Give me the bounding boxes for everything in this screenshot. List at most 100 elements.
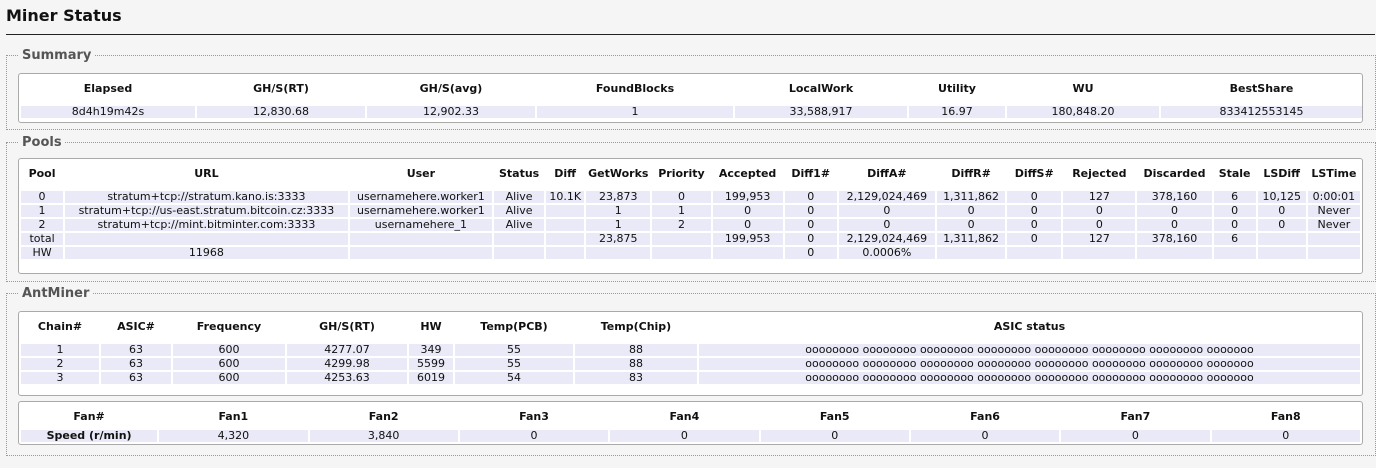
- fan-speed-row: Speed (r/min) 4,320 3,840 0 0 0 0 0 0: [21, 430, 1360, 442]
- chains-table: Chain# ASIC# Frequency GH/S(RT) HW Temp(PCB) T…: [19, 312, 1362, 386]
- chain-header: ASIC status: [993, 319, 1066, 333]
- pools-legend: Pools: [22, 135, 62, 150]
- pools-header: Accepted: [718, 166, 777, 180]
- fans-table: Fan# Fan1 Fan2 Fan3 Fan4 Fan5 Fan6 Fan7 Fan8 Spe…: [19, 402, 1362, 444]
- fans-table-box: Fan# Fan1 Fan2 Fan3 Fan4 Fan5 Fan6 Fan7 Fan8 Spe…: [18, 401, 1363, 445]
- pool-total-cell: [1307, 233, 1360, 245]
- pool-total-cell: [1257, 233, 1306, 245]
- chain-header: Temp(Chip): [600, 319, 672, 333]
- pool-cell: usernamehere.worker1: [349, 205, 493, 217]
- pools-header: GetWorks: [588, 166, 649, 180]
- hw-blank-cell: [586, 247, 651, 259]
- fan-speed-cell: 0: [459, 430, 609, 442]
- summary-cell: 180,848.20: [1007, 106, 1159, 118]
- pool-total-cell: 6: [1213, 233, 1256, 245]
- hw-blank-cell: [1007, 247, 1062, 259]
- antminer-legend: AntMiner: [22, 286, 90, 301]
- hw-diffa: 0.0006%: [838, 247, 935, 259]
- fan-speed-cell: 0: [1211, 430, 1360, 442]
- pool-cell: 0: [652, 191, 711, 203]
- fan-header: Fan5: [819, 409, 850, 423]
- chain-header: Frequency: [196, 319, 262, 333]
- hw-blank-cell: [1257, 247, 1306, 259]
- pool-cell: 2,129,024,469: [838, 191, 935, 203]
- pool-cell: 378,160: [1137, 191, 1212, 203]
- pool-cell: 1,311,862: [936, 191, 1006, 203]
- chain-header: Temp(PCB): [480, 319, 548, 333]
- pools-table-box: Pool URL User Status Diff GetWorks Priority Acc…: [18, 158, 1363, 274]
- pool-cell: 1: [21, 205, 64, 217]
- pool-cell: stratum+tcp://mint.bitminter.com:3333: [65, 219, 348, 231]
- chain-cell: 2: [21, 358, 99, 370]
- pool-total-cell: 2,129,024,469: [838, 233, 935, 245]
- pool-total-cell: [494, 233, 545, 245]
- summary-cell: 16.97: [909, 106, 1005, 118]
- fan-speed-cell: 4,320: [159, 430, 308, 442]
- pools-hw-row: HW 11968 0 0.0006%: [21, 247, 1360, 259]
- chain-cell: 600: [173, 358, 285, 370]
- fan-speed-cell: 0: [760, 430, 909, 442]
- pool-cell: 0: [838, 219, 935, 231]
- pool-cell: 199,953: [712, 191, 783, 203]
- chain-row: 3 63 600 4253.63 6019 54 83 oooooooo oooooooo o…: [21, 372, 1360, 384]
- pool-cell: Never: [1307, 219, 1360, 231]
- page-title: Miner Status: [6, 6, 122, 25]
- pool-cell: Alive: [494, 205, 545, 217]
- pool-cell: 0: [1257, 219, 1306, 231]
- chains-table-box: Chain# ASIC# Frequency GH/S(RT) HW Temp(PCB) T…: [18, 311, 1363, 396]
- pools-header: Rejected: [1072, 166, 1127, 180]
- chain-cell: 349: [409, 344, 453, 356]
- summary-cell: 1: [537, 106, 733, 118]
- hw-blank-cell: [936, 247, 1006, 259]
- chain-cell: 4253.63: [287, 372, 407, 384]
- pool-cell: 10.1K: [546, 191, 585, 203]
- pool-cell: 0: [838, 205, 935, 217]
- pool-cell: 0: [712, 219, 783, 231]
- summary-header: GH/S(avg): [419, 81, 483, 95]
- pool-cell: 2: [21, 219, 64, 231]
- summary-header: GH/S(RT): [253, 81, 309, 95]
- summary-cell: 8d4h19m42s: [21, 106, 195, 118]
- hw-value: 11968: [65, 247, 348, 259]
- pool-total-cell: 199,953: [712, 233, 783, 245]
- summary-header: FoundBlocks: [595, 81, 675, 95]
- hw-label: HW: [21, 247, 64, 259]
- chain-header: HW: [420, 319, 442, 333]
- pool-cell: 0: [1137, 205, 1212, 217]
- pool-cell: 0: [1063, 205, 1136, 217]
- pool-total-cell: 0: [1007, 233, 1062, 245]
- pool-cell: 0: [1007, 205, 1062, 217]
- summary-row: 8d4h19m42s 12,830.68 12,902.33 1 33,588,…: [21, 106, 1362, 118]
- pool-cell: usernamehere.worker1: [349, 191, 493, 203]
- pool-total-cell: [65, 233, 348, 245]
- pools-header: Discarded: [1143, 166, 1206, 180]
- pool-cell: 10,125: [1257, 191, 1306, 203]
- pools-header: Status: [498, 166, 540, 180]
- pool-cell: 0: [1007, 191, 1062, 203]
- pools-header: Diff: [554, 166, 577, 180]
- pool-total-cell: 378,160: [1137, 233, 1212, 245]
- pool-cell: 0: [1213, 205, 1256, 217]
- summary-header: Elapsed: [83, 81, 133, 95]
- pool-cell: 0: [21, 191, 64, 203]
- hw-diff1: 0: [784, 247, 837, 259]
- pool-row: 1 stratum+tcp://us-east.stratum.bitcoin.c…: [21, 205, 1360, 217]
- pool-cell: 1: [586, 205, 651, 217]
- pool-cell: 2: [652, 219, 711, 231]
- pool-total-cell: 127: [1063, 233, 1136, 245]
- hw-blank-cell: [712, 247, 783, 259]
- pool-cell: 23,873: [586, 191, 651, 203]
- fan-header: Fan1: [218, 409, 249, 423]
- pool-total-cell: [349, 233, 493, 245]
- summary-cell: 833412553145: [1161, 106, 1362, 118]
- pool-cell: 0: [1063, 219, 1136, 231]
- pools-total-row: total 23,875 199,953 0 2,129,024,469 1,311,86…: [21, 233, 1360, 245]
- fan-header: Fan6: [970, 409, 1000, 423]
- pools-header: URL: [194, 166, 219, 180]
- asic-status-cell: oooooooo oooooooo oooooooo oooooooo oooo…: [699, 344, 1360, 356]
- summary-header: LocalWork: [788, 81, 854, 95]
- asic-status-cell: oooooooo oooooooo oooooooo oooooooo oooo…: [699, 358, 1360, 370]
- pool-total-cell: [546, 233, 585, 245]
- summary-header: Utility: [938, 81, 976, 95]
- pool-total-cell: [652, 233, 711, 245]
